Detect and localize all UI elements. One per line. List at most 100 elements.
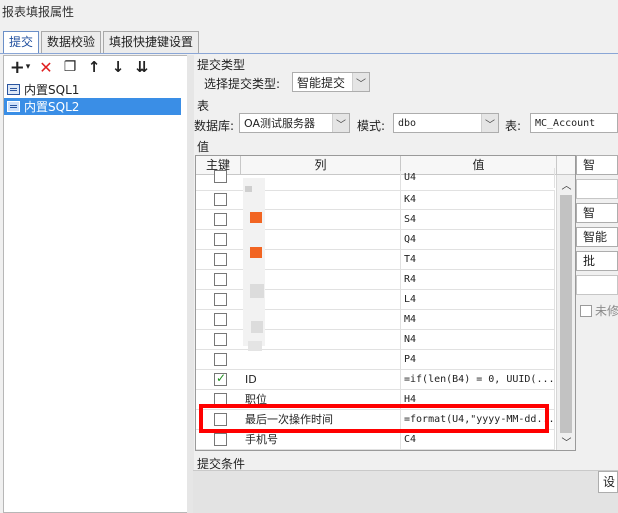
- value-cell: =if(len(B4) = 0, UUID(...: [401, 370, 555, 390]
- value-cell: L4: [401, 290, 555, 310]
- primary-key-checkbox[interactable]: [214, 170, 227, 183]
- value-cell: R4: [401, 270, 555, 290]
- move-down-icon: ↓: [111, 58, 125, 76]
- column-cell: ID: [241, 370, 401, 390]
- conditions-area[interactable]: [193, 470, 618, 513]
- column-cell: [241, 250, 401, 270]
- add-icon: +: [9, 56, 25, 78]
- move-bottom-button[interactable]: ⇊: [130, 57, 154, 77]
- submit-type-section-label: 提交类型: [197, 58, 246, 72]
- value-cell: U4: [401, 168, 555, 188]
- column-cell: [241, 330, 401, 350]
- value-cell: P4: [401, 350, 555, 370]
- submit-type-label: 选择提交类型:: [204, 77, 281, 91]
- add-button[interactable]: + ▾: [6, 56, 34, 78]
- primary-key-checkbox[interactable]: [214, 233, 227, 246]
- smart-button-1[interactable]: 智: [576, 155, 618, 175]
- primary-key-checkbox[interactable]: [214, 313, 227, 326]
- primary-key-checkbox[interactable]: [214, 273, 227, 286]
- red-highlight-box: [199, 404, 549, 433]
- tab-submit[interactable]: 提交: [3, 31, 40, 54]
- move-up-button[interactable]: ↑: [82, 57, 106, 77]
- column-cell: [241, 190, 401, 210]
- scroll-down-icon[interactable]: ﹀: [557, 432, 575, 450]
- table-label: 表:: [505, 119, 522, 133]
- column-cell: [241, 171, 401, 191]
- mode-select[interactable]: dbo ﹀: [393, 113, 499, 133]
- delete-icon: ✕: [39, 57, 53, 77]
- table-select[interactable]: MC_Account: [530, 113, 618, 133]
- primary-key-checkbox[interactable]: [214, 293, 227, 306]
- redacted-mark: [250, 212, 262, 223]
- column-cell: 手机号: [241, 430, 401, 450]
- sql-list-panel: [3, 55, 188, 513]
- value-cell: C4: [401, 430, 555, 450]
- delete-button[interactable]: ✕: [34, 57, 58, 77]
- set-condition-button[interactable]: 设: [598, 471, 618, 493]
- column-cell: [241, 350, 401, 370]
- smart-button-3[interactable]: 智能: [576, 227, 618, 247]
- scroll-thumb[interactable]: [560, 195, 572, 433]
- chevron-down-icon: ﹀: [481, 114, 498, 132]
- primary-key-checkbox[interactable]: [214, 333, 227, 346]
- primary-key-checkbox[interactable]: [214, 353, 227, 366]
- submit-type-select[interactable]: 智能提交 ﹀: [292, 72, 370, 92]
- table-row[interactable]: 手机号 C4: [196, 430, 555, 450]
- primary-key-checkbox[interactable]: [214, 433, 227, 446]
- list-toolbar: + ▾ ✕ ❐ ↑ ↓ ⇊: [6, 56, 154, 78]
- unmodified-label: 未修: [595, 304, 618, 318]
- column-cell: [241, 290, 401, 310]
- column-cell: [241, 310, 401, 330]
- value-cell: T4: [401, 250, 555, 270]
- tree-item-label: 内置SQL2: [24, 100, 80, 114]
- copy-icon: ❐: [63, 59, 77, 75]
- side-field[interactable]: [576, 179, 618, 199]
- sql-table-icon: [7, 84, 20, 95]
- value-cell: K4: [401, 190, 555, 210]
- move-up-icon: ↑: [87, 58, 101, 76]
- tab-divider: [0, 53, 618, 54]
- column-cell: [241, 230, 401, 250]
- table-row[interactable]: P4: [196, 350, 555, 370]
- batch-button[interactable]: 批: [576, 251, 618, 271]
- database-value: OA测试服务器: [244, 117, 315, 130]
- redacted-mark: [251, 321, 263, 333]
- tab-shortcut-settings[interactable]: 填报快捷键设置: [103, 31, 200, 53]
- chevron-down-icon: ﹀: [332, 114, 349, 132]
- primary-key-checkbox[interactable]: [214, 193, 227, 206]
- column-cell: [241, 210, 401, 230]
- tree-item-label: 内置SQL1: [24, 83, 80, 97]
- grid-vertical-scrollbar[interactable]: ︿ ﹀: [556, 175, 575, 450]
- value-cell: N4: [401, 330, 555, 350]
- tab-strip: 提交 数据校验 填报快捷键设置: [3, 31, 201, 54]
- left-scroll-edge: [187, 55, 194, 513]
- chevron-down-icon: ▾: [25, 62, 31, 72]
- value-cell: M4: [401, 310, 555, 330]
- redacted-mark: [250, 284, 264, 298]
- redacted-mark: [250, 247, 262, 258]
- tab-data-validation[interactable]: 数据校验: [41, 31, 102, 53]
- value-cell: Q4: [401, 230, 555, 250]
- unmodified-checkbox[interactable]: 未修: [580, 302, 618, 319]
- database-select[interactable]: OA测试服务器 ﹀: [239, 113, 350, 133]
- copy-button[interactable]: ❐: [58, 57, 82, 77]
- primary-key-checkbox[interactable]: [214, 253, 227, 266]
- move-down-button[interactable]: ↓: [106, 57, 130, 77]
- tree-item-sql2[interactable]: 内置SQL2: [4, 98, 181, 115]
- mode-value: dbo: [398, 117, 417, 129]
- submit-type-value: 智能提交: [297, 75, 346, 90]
- smart-button-2[interactable]: 智: [576, 203, 618, 223]
- window-title: 报表填报属性: [2, 5, 75, 19]
- sql-table-icon: [7, 101, 20, 112]
- column-cell: [241, 270, 401, 290]
- side-field[interactable]: [576, 275, 618, 295]
- table-row[interactable]: ID =if(len(B4) = 0, UUID(...: [196, 370, 555, 390]
- checkbox-box[interactable]: [580, 304, 592, 317]
- primary-key-checkbox-checked[interactable]: [214, 371, 227, 386]
- scroll-up-icon[interactable]: ︿: [557, 175, 575, 193]
- primary-key-checkbox[interactable]: [214, 213, 227, 226]
- value-cell: S4: [401, 210, 555, 230]
- mode-label: 模式:: [357, 119, 386, 133]
- redacted-mark: [248, 341, 262, 351]
- tree-item-sql1[interactable]: 内置SQL1: [4, 81, 181, 98]
